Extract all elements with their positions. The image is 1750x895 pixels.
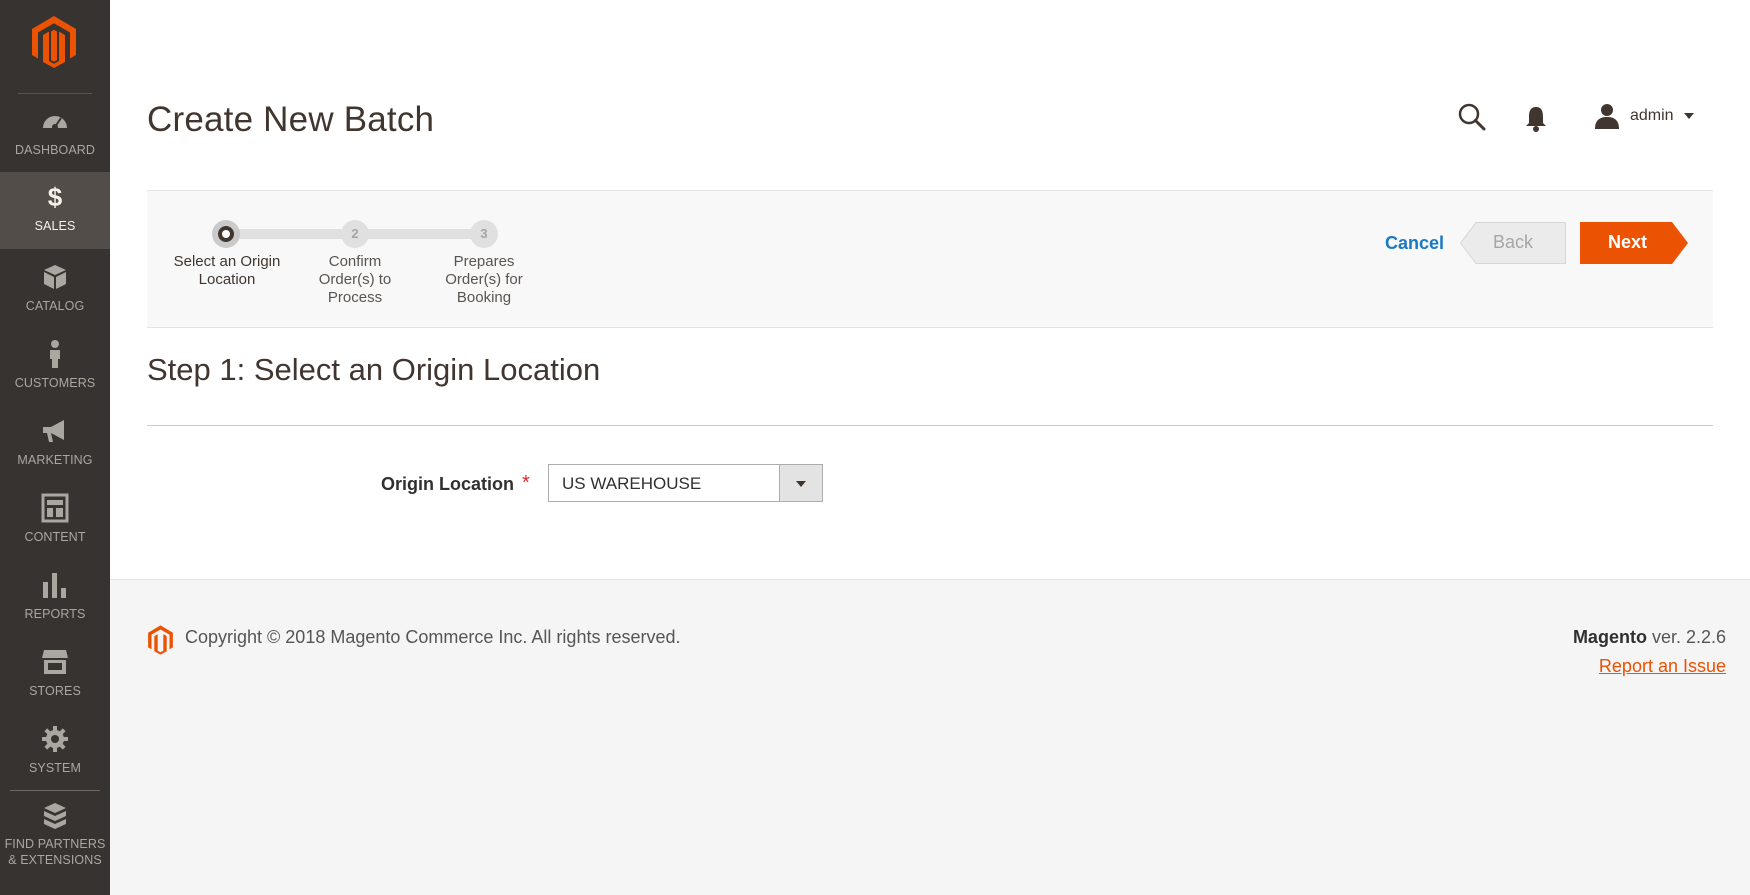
step-label-2: Confirm Order(s) to Process (318, 253, 392, 306)
origin-location-select[interactable]: US WAREHOUSE (548, 464, 823, 502)
admin-sidebar: DASHBOARD $ SALES CATALOG CUSTOMERS MARK… (0, 0, 110, 895)
storefront-icon (42, 650, 68, 674)
user-icon[interactable] (1594, 103, 1620, 129)
cube-icon (44, 265, 66, 289)
sidebar-item-marketing[interactable]: MARKETING (0, 416, 110, 493)
sidebar-item-stores[interactable]: STORES (0, 647, 110, 724)
step-indicator-1 (212, 220, 240, 248)
sidebar-item-label: SALES (34, 219, 76, 233)
sidebar-item-label: CATALOG (25, 299, 85, 313)
origin-location-label: Origin Location (381, 474, 514, 494)
gear-icon (42, 726, 68, 752)
current-step-dot (218, 226, 234, 242)
dollar-icon: $ (48, 182, 63, 212)
svg-text:$: $ (48, 182, 63, 212)
bar-chart-icon (43, 573, 66, 598)
page-title: Create New Batch (147, 100, 435, 139)
footer-brand: Magento (1572, 627, 1647, 647)
sidebar-item-label: DASHBOARD (14, 143, 96, 157)
magento-logo-icon[interactable] (30, 16, 78, 68)
megaphone-icon (43, 420, 64, 442)
sidebar-divider (10, 790, 100, 791)
chevron-down-icon[interactable] (1684, 113, 1694, 119)
steps-wizard-panel: 2 3 Select an Origin Location Confirm Or… (147, 190, 1713, 328)
boxes-icon (44, 803, 66, 829)
magento-footer-logo-icon (148, 625, 173, 655)
chevron-down-icon (796, 481, 806, 487)
sidebar-item-label-line1: FIND PARTNERS (4, 837, 106, 851)
sidebar-item-label: MARKETING (17, 453, 93, 467)
report-issue-link[interactable]: Report an Issue (1599, 656, 1726, 677)
search-icon[interactable] (1457, 102, 1487, 132)
step-label-3: Prepares Order(s) for Booking (445, 253, 523, 306)
sidebar-item-content[interactable]: CONTENT (0, 493, 110, 570)
footer-divider (110, 579, 1750, 580)
select-toggle[interactable] (779, 465, 822, 501)
sidebar-item-label: STORES (29, 684, 81, 698)
sidebar-item-label: CUSTOMERS (14, 376, 96, 390)
footer-copyright: Copyright © 2018 Magento Commerce Inc. A… (185, 627, 681, 647)
footer-version: Magento ver. 2.2.6 (1573, 627, 1726, 648)
step-indicator-3: 3 (470, 220, 498, 248)
cancel-button[interactable]: Cancel (1385, 233, 1444, 254)
sidebar-divider (18, 93, 92, 94)
sidebar-item-customers[interactable]: CUSTOMERS (0, 339, 110, 416)
step-indicator-2: 2 (341, 220, 369, 248)
next-button[interactable]: Next (1580, 222, 1688, 264)
next-button-label: Next (1607, 232, 1647, 252)
footer-version-number: ver. 2.2.6 (1646, 627, 1726, 647)
sidebar-item-sales[interactable]: $ SALES (0, 172, 110, 249)
bell-icon[interactable] (1523, 104, 1549, 132)
sidebar-item-find-partners[interactable]: FIND PARTNERS & EXTENSIONS (0, 802, 110, 895)
sidebar-item-label-line2: & EXTENSIONS (8, 853, 102, 867)
required-marker: * (522, 472, 530, 494)
sidebar-item-catalog[interactable]: CATALOG (0, 262, 110, 339)
main-content: Create New Batch admin 2 3 Select an Ori… (110, 0, 1750, 580)
origin-location-value: US WAREHOUSE (562, 474, 702, 493)
person-icon (50, 340, 60, 368)
layout-icon (41, 493, 69, 523)
dashboard-icon (43, 116, 67, 130)
sidebar-item-reports[interactable]: REPORTS (0, 570, 110, 647)
sidebar-item-label: REPORTS (24, 607, 86, 621)
section-divider (147, 425, 1713, 426)
step-heading: Step 1: Select an Origin Location (147, 352, 601, 387)
sidebar-item-label: FIND PARTNERS & EXTENSIONS (0, 836, 110, 868)
sidebar-item-label: CONTENT (24, 530, 86, 544)
step-label-1: Select an Origin Location (173, 253, 281, 288)
sidebar-item-label: SYSTEM (29, 761, 81, 775)
back-button[interactable]: Back (1460, 222, 1566, 264)
back-button-label: Back (1492, 232, 1534, 252)
user-menu-name[interactable]: admin (1630, 107, 1674, 125)
